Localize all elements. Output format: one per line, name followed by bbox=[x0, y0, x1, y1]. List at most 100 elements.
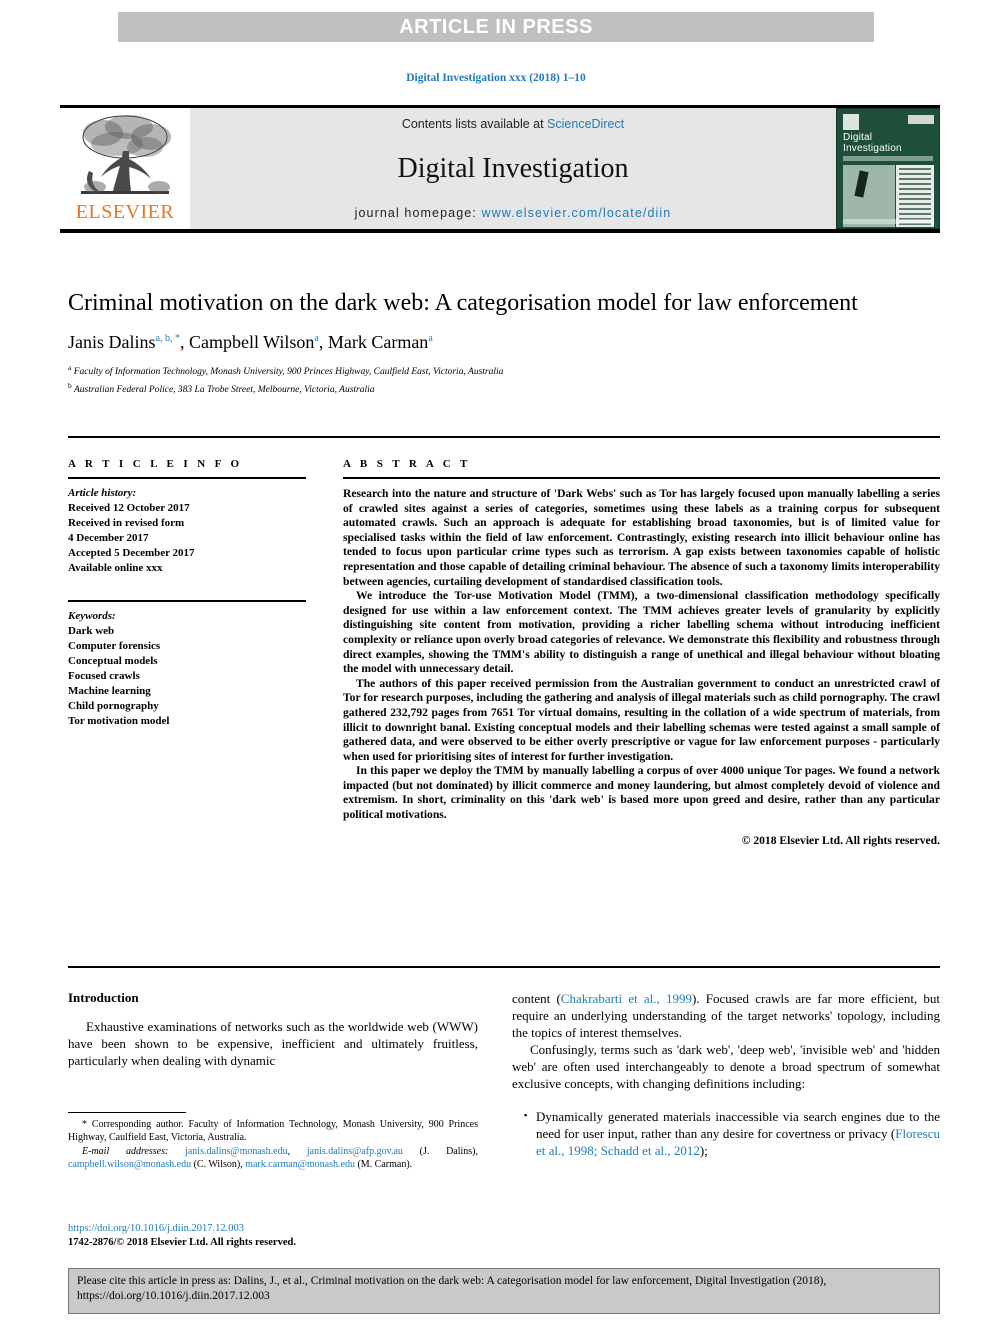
email-link[interactable]: mark.carman@monash.edu bbox=[245, 1159, 355, 1170]
article-info-column: A R T I C L E I N F O Article history: R… bbox=[68, 458, 306, 729]
keywords-heading: Keywords: bbox=[68, 610, 116, 622]
author-name[interactable]: Mark Carman bbox=[328, 332, 428, 352]
info-section-top-rule bbox=[68, 436, 940, 438]
cover-title: Digital Investigation bbox=[843, 132, 902, 154]
list-item: Dynamically generated materials inaccess… bbox=[524, 1107, 940, 1159]
abstract-paragraph: The authors of this paper received permi… bbox=[343, 676, 940, 763]
email-sep: , bbox=[287, 1145, 307, 1157]
cite-this-article-box: Please cite this article in press as: Da… bbox=[68, 1268, 940, 1314]
masthead-bottom-rule bbox=[60, 229, 940, 233]
cover-badge bbox=[908, 115, 934, 124]
page-title: Criminal motivation on the dark web: A c… bbox=[68, 290, 858, 316]
email-sep: (C. Wilson), bbox=[191, 1159, 246, 1171]
author-affiliation-marks: a bbox=[314, 333, 319, 344]
article-in-press-label: ARTICLE IN PRESS bbox=[399, 15, 593, 38]
abstract-bottom-rule bbox=[68, 966, 940, 968]
abstract-heading: A B S T R A C T bbox=[343, 458, 471, 470]
affiliation-text: Australian Federal Police, 383 La Trobe … bbox=[73, 385, 375, 396]
keyword-item: Dark web bbox=[68, 625, 115, 637]
footnote-block: * Corresponding author. Faculty of Infor… bbox=[68, 1112, 478, 1172]
article-in-press-banner: ARTICLE IN PRESS bbox=[118, 12, 874, 42]
sciencedirect-link[interactable]: ScienceDirect bbox=[547, 117, 624, 131]
keyword-item: Focused crawls bbox=[68, 670, 140, 682]
journal-header-box: Contents lists available at ScienceDirec… bbox=[190, 108, 836, 229]
article-history-item: 4 December 2017 bbox=[68, 532, 149, 544]
cover-title-line1: Digital bbox=[843, 132, 873, 143]
email-link[interactable]: janis.dalins@monash.edu bbox=[185, 1146, 288, 1157]
abstract-column: A B S T R A C T Research into the nature… bbox=[343, 458, 940, 847]
citation-link[interactable]: Chakrabarti et al., 1999 bbox=[561, 991, 692, 1006]
article-history-item: Available online xxx bbox=[68, 562, 163, 574]
author-name[interactable]: Campbell Wilson bbox=[189, 332, 314, 352]
elsevier-wordmark: ELSEVIER bbox=[75, 201, 175, 223]
bullet-text-pre: Dynamically generated materials inaccess… bbox=[536, 1109, 940, 1141]
contents-lists-line: Contents lists available at ScienceDirec… bbox=[402, 117, 624, 131]
article-history-item: Received 12 October 2017 bbox=[68, 502, 190, 514]
running-head: Digital Investigation xxx (2018) 1–10 bbox=[406, 72, 586, 84]
doi-link[interactable]: https://doi.org/10.1016/j.diin.2017.12.0… bbox=[68, 1222, 478, 1236]
body-column-left: Introduction Exhaustive examinations of … bbox=[68, 990, 478, 1069]
body-paragraph: content (Chakrabarti et al., 1999). Focu… bbox=[512, 990, 940, 1041]
body-paragraph: Exhaustive examinations of networks such… bbox=[68, 1019, 478, 1068]
cover-footer-bar bbox=[843, 219, 933, 224]
cite-this-article-text: Please cite this article in press as: Da… bbox=[77, 1275, 827, 1302]
author-name[interactable]: Janis Dalins bbox=[68, 332, 156, 352]
email-addresses-note: E-mail addresses: janis.dalins@monash.ed… bbox=[68, 1145, 478, 1172]
affiliation-text: Faculty of Information Technology, Monas… bbox=[73, 367, 504, 378]
affiliation-list: a Faculty of Information Technology, Mon… bbox=[68, 361, 940, 397]
affiliation-mark: a bbox=[68, 363, 72, 372]
journal-masthead: ELSEVIER Contents lists available at Sci… bbox=[60, 105, 940, 233]
keyword-item: Computer forensics bbox=[68, 640, 161, 652]
elsevier-tree-icon bbox=[81, 115, 171, 194]
email-link[interactable]: janis.dalins@afp.gov.au bbox=[307, 1146, 403, 1157]
journal-homepage-line: journal homepage: www.elsevier.com/locat… bbox=[355, 206, 672, 220]
abstract-paragraph: In this paper we deploy the TMM by manua… bbox=[343, 764, 940, 822]
issn-copyright-line: 1742-2876/© 2018 Elsevier Ltd. All right… bbox=[68, 1237, 296, 1248]
doi-block: https://doi.org/10.1016/j.diin.2017.12.0… bbox=[68, 1222, 478, 1250]
keyword-item: Machine learning bbox=[68, 685, 151, 697]
body-paragraph: Confusingly, terms such as 'dark web', '… bbox=[512, 1042, 940, 1091]
abstract-paragraph: Research into the nature and structure o… bbox=[343, 487, 940, 588]
cover-subtitle-bar bbox=[843, 156, 933, 161]
author-affiliation-marks: a, b, * bbox=[155, 333, 180, 344]
journal-homepage-prefix: journal homepage: bbox=[354, 206, 482, 220]
journal-cover-thumbnail: Digital Investigation bbox=[836, 108, 940, 229]
cover-title-line2: Investigation bbox=[843, 142, 902, 154]
keyword-item: Conceptual models bbox=[68, 655, 158, 667]
email-addresses-label: E-mail addresses: bbox=[82, 1145, 169, 1157]
email-sep: (J. Dalins), bbox=[402, 1145, 479, 1157]
email-sep: (M. Carman). bbox=[354, 1159, 413, 1171]
article-info-rule bbox=[68, 477, 306, 479]
author-affiliation-marks: a bbox=[428, 333, 433, 344]
bullet-text-post: ); bbox=[699, 1143, 708, 1158]
affiliation-item: b Australian Federal Police, 383 La Trob… bbox=[68, 379, 940, 397]
keyword-item: Tor motivation model bbox=[68, 715, 170, 727]
journal-title: Digital Investigation bbox=[397, 152, 629, 184]
body-text-pre: content ( bbox=[512, 991, 561, 1006]
footnote-rule bbox=[68, 1112, 186, 1113]
contents-lists-prefix: Contents lists available at bbox=[401, 117, 548, 131]
article-history-item: Received in revised form bbox=[68, 517, 185, 529]
cover-contents-list bbox=[896, 165, 934, 227]
cover-photo bbox=[843, 165, 895, 227]
abstract-rule bbox=[343, 477, 940, 479]
title-block: Criminal motivation on the dark web: A c… bbox=[68, 288, 940, 397]
cover-elsevier-mark-icon bbox=[843, 114, 859, 130]
affiliation-mark: b bbox=[68, 381, 72, 391]
definition-bullet-list: Dynamically generated materials inaccess… bbox=[512, 1107, 940, 1159]
keyword-item: Child pornography bbox=[68, 700, 159, 712]
abstract-copyright: © 2018 Elsevier Ltd. All rights reserved… bbox=[741, 833, 940, 847]
author-list: Janis Dalinsa, b, *, Campbell Wilsona, M… bbox=[68, 332, 433, 352]
article-info-heading: A R T I C L E I N F O bbox=[68, 458, 243, 470]
article-history-heading: Article history: bbox=[68, 487, 137, 499]
introduction-heading: Introduction bbox=[68, 990, 139, 1005]
article-history-item: Accepted 5 December 2017 bbox=[68, 547, 195, 559]
abstract-paragraph: We introduce the Tor-use Motivation Mode… bbox=[343, 589, 940, 676]
email-link[interactable]: campbell.wilson@monash.edu bbox=[68, 1159, 191, 1170]
corresponding-author-note: * Corresponding author. Faculty of Infor… bbox=[68, 1119, 478, 1144]
body-column-right: content (Chakrabarti et al., 1999). Focu… bbox=[512, 990, 940, 1159]
keywords-rule bbox=[68, 600, 306, 602]
affiliation-item: a Faculty of Information Technology, Mon… bbox=[68, 361, 940, 379]
journal-homepage-link[interactable]: www.elsevier.com/locate/diin bbox=[481, 206, 671, 220]
elsevier-logo: ELSEVIER bbox=[60, 108, 190, 229]
